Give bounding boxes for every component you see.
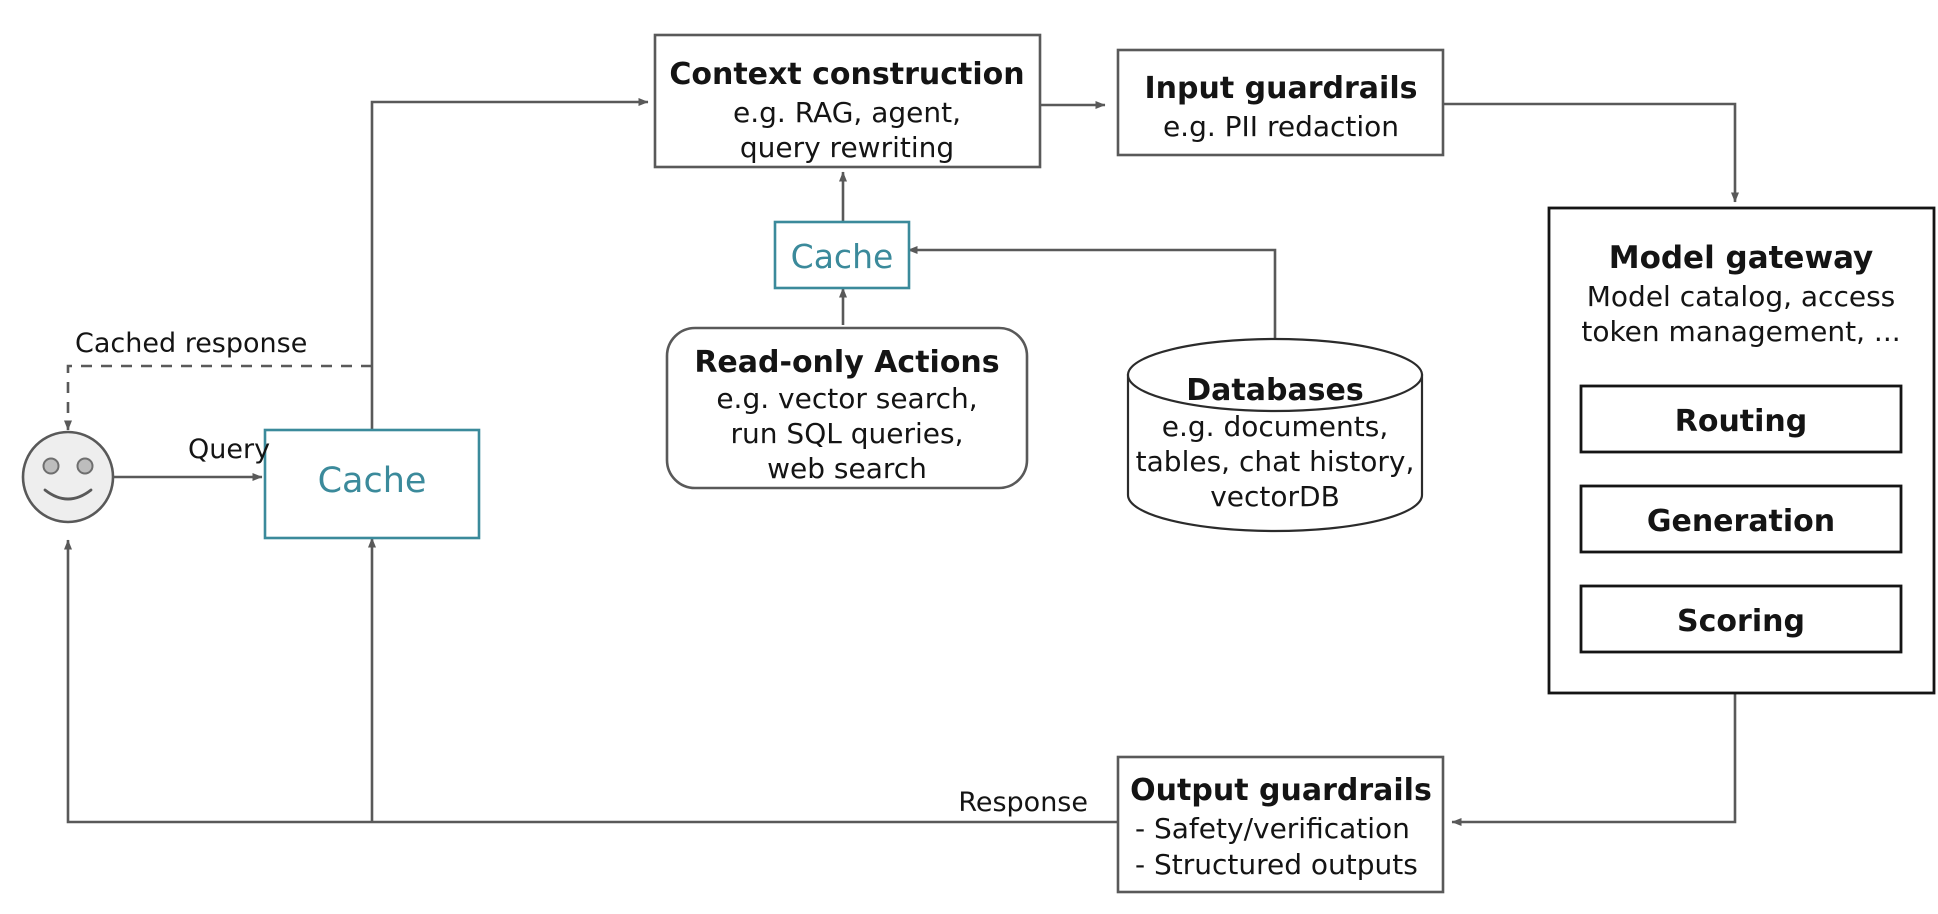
databases-node[interactable]: Databases e.g. documents, tables, chat h…	[1126, 337, 1424, 533]
model-gateway-title: Model gateway	[1609, 240, 1874, 276]
input-guardrails-line-1: e.g. PII redaction	[1163, 110, 1399, 143]
model-gateway-subnode-scoring[interactable]: Scoring	[1579, 584, 1903, 654]
context-construction-line-1: e.g. RAG, agent,	[733, 96, 961, 129]
read-only-actions-line-2: run SQL queries,	[731, 417, 964, 450]
cache-mid-node[interactable]: Cache	[773, 220, 911, 290]
routing-label: Routing	[1675, 404, 1808, 439]
output-guardrails-line-1: - Safety/verification	[1135, 812, 1410, 845]
input-guardrails-title: Input guardrails	[1145, 71, 1418, 106]
architecture-diagram: Cache Context construction e.g. RAG, age…	[0, 0, 1938, 914]
read-only-actions-node[interactable]: Read-only Actions e.g. vector search, ru…	[665, 326, 1029, 490]
model-gateway-subnode-routing[interactable]: Routing	[1579, 384, 1903, 454]
response-label: Response	[958, 787, 1088, 818]
cached-response-label: Cached response	[75, 328, 307, 359]
context-construction-node[interactable]: Context construction e.g. RAG, agent, qu…	[653, 33, 1042, 169]
generation-label: Generation	[1647, 504, 1835, 539]
read-only-actions-title: Read-only Actions	[694, 345, 999, 380]
face-eye-right-icon	[76, 457, 94, 475]
model-gateway-line-2: token management, ...	[1581, 315, 1900, 348]
databases-line-1: e.g. documents,	[1162, 410, 1388, 443]
user-face[interactable]	[21, 430, 115, 524]
cache-left-node[interactable]: Cache	[263, 428, 481, 540]
input-guardrails-node[interactable]: Input guardrails e.g. PII redaction	[1116, 48, 1445, 157]
output-guardrails-line-2: - Structured outputs	[1135, 848, 1418, 881]
model-gateway-node[interactable]: Model gateway Model catalog, access toke…	[1547, 206, 1936, 695]
databases-line-2: tables, chat history,	[1136, 445, 1415, 478]
node-layer: Cache Context construction e.g. RAG, age…	[21, 33, 1936, 894]
context-construction-title: Context construction	[669, 57, 1024, 92]
read-only-actions-line-3: web search	[767, 452, 927, 485]
read-only-actions-line-1: e.g. vector search,	[716, 382, 977, 415]
model-gateway-line-1: Model catalog, access	[1587, 280, 1896, 313]
scoring-label: Scoring	[1677, 604, 1805, 639]
databases-line-3: vectorDB	[1210, 480, 1340, 513]
databases-title: Databases	[1186, 373, 1364, 408]
face-eye-left-icon	[42, 457, 60, 475]
query-label: Query	[188, 434, 270, 465]
smiley-face-icon	[21, 430, 115, 524]
context-construction-line-2: query rewriting	[740, 131, 954, 164]
output-guardrails-title: Output guardrails	[1130, 773, 1432, 808]
output-guardrails-node[interactable]: Output guardrails - Safety/verification …	[1116, 755, 1445, 894]
cache-mid-label: Cache	[791, 237, 894, 276]
model-gateway-subnode-generation[interactable]: Generation	[1579, 484, 1903, 554]
cache-left-label: Cache	[318, 461, 427, 501]
